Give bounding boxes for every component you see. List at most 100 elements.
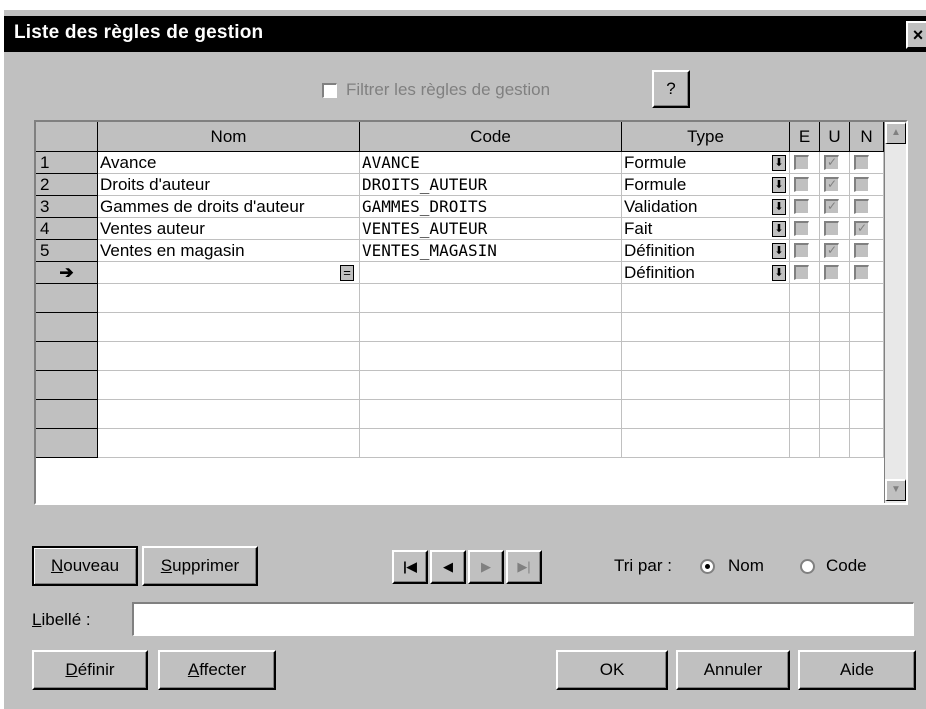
column-header-n[interactable]: N bbox=[850, 122, 884, 152]
cell-type[interactable]: Définition bbox=[622, 240, 790, 262]
checkbox-u[interactable] bbox=[824, 265, 839, 280]
checkbox-n[interactable] bbox=[854, 177, 869, 192]
cell-type[interactable]: Validation bbox=[622, 196, 790, 218]
sort-code-radio[interactable] bbox=[800, 559, 815, 574]
checkbox-n[interactable] bbox=[854, 199, 869, 214]
cell-nom[interactable]: Ventes auteur bbox=[98, 218, 360, 240]
cell-empty[interactable] bbox=[790, 429, 820, 458]
checkbox-n[interactable] bbox=[854, 243, 869, 258]
rules-grid[interactable]: Nom Code Type E U N 1 Avance AVANCE Formule… bbox=[34, 120, 908, 505]
row-header-empty[interactable] bbox=[36, 400, 98, 429]
row-header-empty[interactable] bbox=[36, 429, 98, 458]
cell-code[interactable]: VENTES_AUTEUR bbox=[360, 218, 622, 240]
checkbox-u[interactable]: ✓ bbox=[824, 155, 839, 170]
cell-empty[interactable] bbox=[820, 284, 850, 313]
vertical-scrollbar[interactable]: ▲ ▼ bbox=[884, 122, 906, 503]
sort-code-label[interactable]: Code bbox=[826, 556, 867, 576]
aide-button[interactable]: Aide bbox=[798, 650, 916, 690]
column-header-e[interactable]: E bbox=[790, 122, 820, 152]
cell-empty[interactable] bbox=[622, 400, 790, 429]
column-header-code[interactable]: Code bbox=[360, 122, 622, 152]
cell-empty[interactable] bbox=[98, 429, 360, 458]
cell-empty[interactable] bbox=[850, 400, 884, 429]
checkbox-n[interactable] bbox=[854, 265, 869, 280]
column-header-nom[interactable]: Nom bbox=[98, 122, 360, 152]
previous-record-icon[interactable]: ◀ bbox=[430, 550, 466, 584]
last-record-icon[interactable]: ▶| bbox=[506, 550, 542, 584]
definir-button[interactable]: Définir bbox=[32, 650, 148, 690]
checkbox-u[interactable]: ✓ bbox=[824, 243, 839, 258]
filter-checkbox[interactable] bbox=[322, 83, 337, 98]
cell-code[interactable]: DROITS_AUTEUR bbox=[360, 174, 622, 196]
checkbox-u[interactable] bbox=[824, 221, 839, 236]
cell-nom[interactable]: Ventes en magasin bbox=[98, 240, 360, 262]
checkbox-e[interactable] bbox=[794, 199, 809, 214]
cell-empty[interactable] bbox=[360, 371, 622, 400]
cell-empty[interactable] bbox=[360, 429, 622, 458]
checkbox-n[interactable] bbox=[854, 155, 869, 170]
close-button[interactable]: × bbox=[906, 21, 926, 49]
cell-empty[interactable] bbox=[850, 284, 884, 313]
cell-empty[interactable] bbox=[820, 313, 850, 342]
cell-empty[interactable] bbox=[98, 371, 360, 400]
checkbox-e[interactable] bbox=[794, 243, 809, 258]
scroll-down-arrow-icon[interactable]: ▼ bbox=[885, 479, 906, 501]
scroll-up-arrow-icon[interactable]: ▲ bbox=[885, 122, 906, 144]
checkbox-u[interactable]: ✓ bbox=[824, 199, 839, 214]
nouveau-button[interactable]: Nouveau bbox=[32, 546, 138, 586]
cell-empty[interactable] bbox=[622, 284, 790, 313]
cell-nom[interactable]: Gammes de droits d'auteur bbox=[98, 196, 360, 218]
dropdown-arrow-icon[interactable]: ⬇ bbox=[772, 177, 786, 193]
dropdown-arrow-icon[interactable]: ⬇ bbox=[772, 265, 786, 281]
cell-type[interactable]: Formule bbox=[622, 174, 790, 196]
cell-nom[interactable]: Droits d'auteur bbox=[98, 174, 360, 196]
cell-empty[interactable] bbox=[850, 313, 884, 342]
cell-nom[interactable]: Avance bbox=[98, 152, 360, 174]
checkbox-e[interactable] bbox=[794, 221, 809, 236]
cell-code-new[interactable] bbox=[360, 262, 622, 284]
cell-nom-new[interactable] bbox=[98, 262, 360, 284]
cell-empty[interactable] bbox=[622, 429, 790, 458]
ok-button[interactable]: OK bbox=[556, 650, 668, 690]
affecter-button[interactable]: Affecter bbox=[158, 650, 276, 690]
help-button[interactable]: ? bbox=[652, 70, 690, 108]
checkbox-n[interactable]: ✓ bbox=[854, 221, 869, 236]
first-record-icon[interactable]: |◀ bbox=[392, 550, 428, 584]
cell-code[interactable]: AVANCE bbox=[360, 152, 622, 174]
cell-code[interactable]: VENTES_MAGASIN bbox=[360, 240, 622, 262]
row-number[interactable]: 4 bbox=[36, 218, 98, 240]
row-header-empty[interactable] bbox=[36, 371, 98, 400]
dropdown-arrow-icon[interactable]: ⬇ bbox=[772, 155, 786, 171]
cell-empty[interactable] bbox=[820, 371, 850, 400]
checkbox-e[interactable] bbox=[794, 155, 809, 170]
cell-type[interactable]: Fait bbox=[622, 218, 790, 240]
cell-empty[interactable] bbox=[790, 342, 820, 371]
row-header-empty[interactable] bbox=[36, 342, 98, 371]
row-number[interactable]: 5 bbox=[36, 240, 98, 262]
cell-empty[interactable] bbox=[820, 429, 850, 458]
dropdown-arrow-icon[interactable]: ⬇ bbox=[772, 221, 786, 237]
cell-type[interactable]: Formule bbox=[622, 152, 790, 174]
cell-empty[interactable] bbox=[820, 342, 850, 371]
cell-empty[interactable] bbox=[622, 371, 790, 400]
cell-empty[interactable] bbox=[98, 284, 360, 313]
cell-empty[interactable] bbox=[790, 371, 820, 400]
cell-empty[interactable] bbox=[360, 400, 622, 429]
cell-empty[interactable] bbox=[790, 400, 820, 429]
supprimer-button[interactable]: Supprimer bbox=[142, 546, 258, 586]
cell-empty[interactable] bbox=[622, 342, 790, 371]
annuler-button[interactable]: Annuler bbox=[676, 650, 790, 690]
cell-empty[interactable] bbox=[98, 342, 360, 371]
sort-nom-label[interactable]: Nom bbox=[728, 556, 764, 576]
cell-empty[interactable] bbox=[820, 400, 850, 429]
dropdown-arrow-icon[interactable]: ⬇ bbox=[772, 199, 786, 215]
next-record-icon[interactable]: ▶ bbox=[468, 550, 504, 584]
cell-empty[interactable] bbox=[622, 313, 790, 342]
cell-empty[interactable] bbox=[360, 313, 622, 342]
column-header-type[interactable]: Type bbox=[622, 122, 790, 152]
checkbox-u[interactable]: ✓ bbox=[824, 177, 839, 192]
column-header-u[interactable]: U bbox=[820, 122, 850, 152]
cell-empty[interactable] bbox=[850, 371, 884, 400]
checkbox-e[interactable] bbox=[794, 177, 809, 192]
cell-empty[interactable] bbox=[850, 342, 884, 371]
